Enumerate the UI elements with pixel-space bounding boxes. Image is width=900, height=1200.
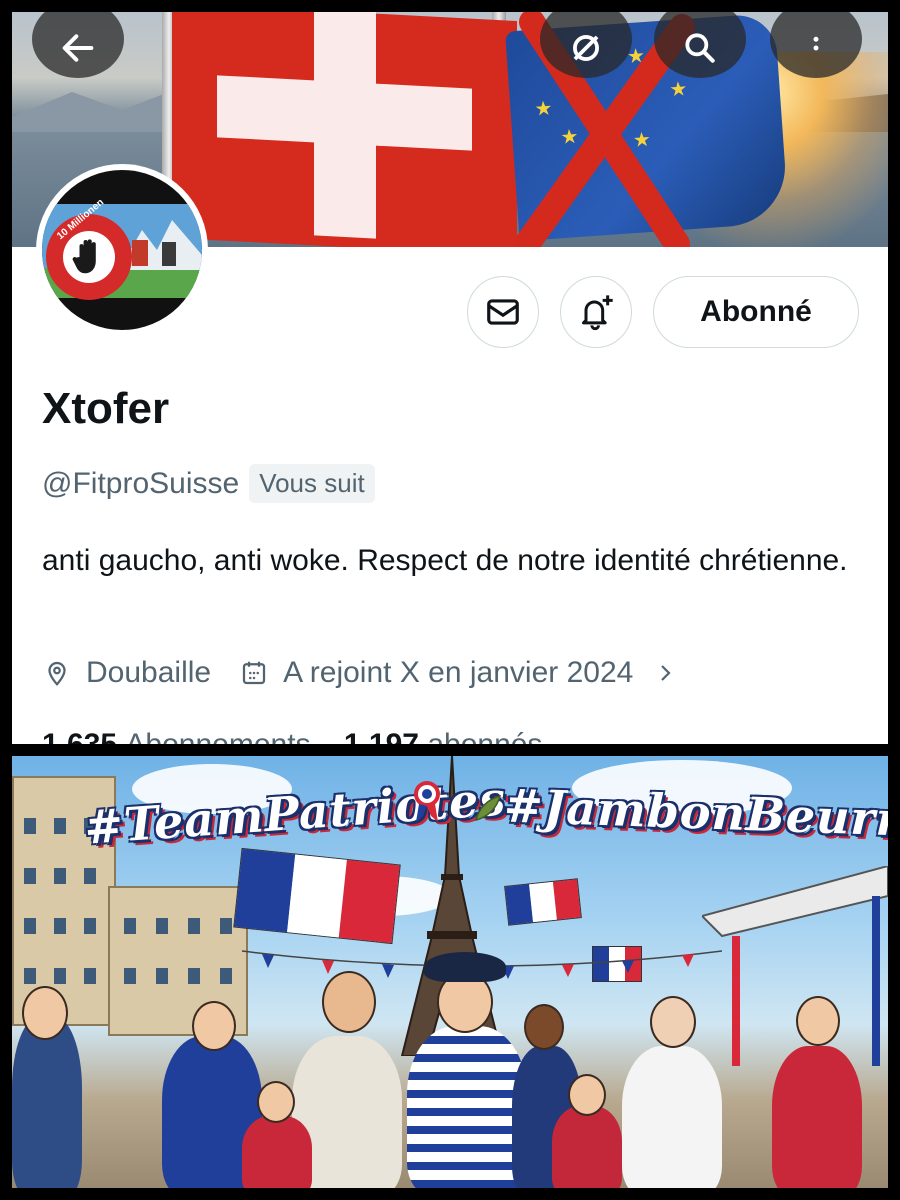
patriot-illustration: #TeamPatriotes #JambonBeurre bbox=[12, 756, 888, 1188]
person-striped bbox=[407, 1026, 527, 1188]
oak-leaf-icon bbox=[474, 794, 502, 822]
follows-you-badge: Vous suit bbox=[249, 464, 375, 503]
profile-meta: Doubaille A rejoint X en janvier 2024 bbox=[42, 656, 691, 690]
french-flag bbox=[233, 847, 401, 945]
person-head bbox=[257, 1081, 295, 1123]
person bbox=[772, 1046, 862, 1188]
person-head bbox=[796, 996, 840, 1046]
person bbox=[622, 1046, 722, 1188]
following-label[interactable]: Abonnements bbox=[125, 728, 310, 744]
french-flag bbox=[504, 878, 582, 926]
profile-bio: anti gaucho, anti woke. Respect de notre… bbox=[42, 544, 848, 577]
festival-tent bbox=[702, 866, 888, 1066]
handle-row: @FitproSuisse Vous suit bbox=[42, 464, 375, 503]
following-count[interactable]: 1 635 bbox=[42, 728, 117, 744]
person-head bbox=[650, 996, 696, 1048]
search-icon bbox=[685, 33, 715, 63]
bell-plus-icon bbox=[582, 295, 613, 331]
profile-screenshot: ★ ★ ★ ★ ★ ★ bbox=[12, 12, 888, 744]
message-button[interactable] bbox=[467, 276, 539, 348]
child bbox=[552, 1106, 622, 1188]
hashtag-jambon-beurre: #JambonBeurre bbox=[503, 778, 888, 848]
mail-icon bbox=[487, 299, 519, 325]
swiss-flag bbox=[172, 12, 517, 247]
rosette-icon bbox=[414, 781, 440, 822]
person bbox=[12, 1016, 82, 1188]
display-name: Xtofer bbox=[42, 384, 170, 433]
followers-count[interactable]: 1 197 bbox=[344, 728, 419, 744]
person-head bbox=[22, 986, 68, 1040]
calendar-icon bbox=[239, 658, 269, 688]
more-vertical-icon bbox=[813, 36, 819, 51]
repost-icon bbox=[573, 35, 599, 61]
user-handle: @FitproSuisse bbox=[42, 466, 240, 500]
arrow-left-icon bbox=[62, 34, 94, 62]
person-head bbox=[192, 1001, 236, 1051]
person-head bbox=[524, 1004, 564, 1050]
join-date-text: A rejoint X en janvier 2024 bbox=[283, 656, 634, 689]
person-head bbox=[322, 971, 376, 1033]
child bbox=[242, 1116, 312, 1188]
following-button[interactable]: Abonné bbox=[653, 276, 859, 348]
follow-stats-row: 1 635 Abonnements 1 197 abonnés bbox=[42, 728, 542, 744]
location-text: Doubaille bbox=[86, 656, 212, 689]
beret bbox=[424, 952, 506, 982]
chevron-right-icon[interactable] bbox=[653, 658, 677, 688]
stop-hand-icon bbox=[46, 214, 132, 300]
notifications-button[interactable] bbox=[560, 276, 632, 348]
avatar[interactable]: 10 Millionen bbox=[36, 164, 208, 336]
person-head bbox=[568, 1074, 606, 1116]
avatar-scene bbox=[122, 220, 202, 270]
followers-label[interactable]: abonnés bbox=[427, 728, 542, 744]
location-pin-icon bbox=[42, 658, 72, 688]
